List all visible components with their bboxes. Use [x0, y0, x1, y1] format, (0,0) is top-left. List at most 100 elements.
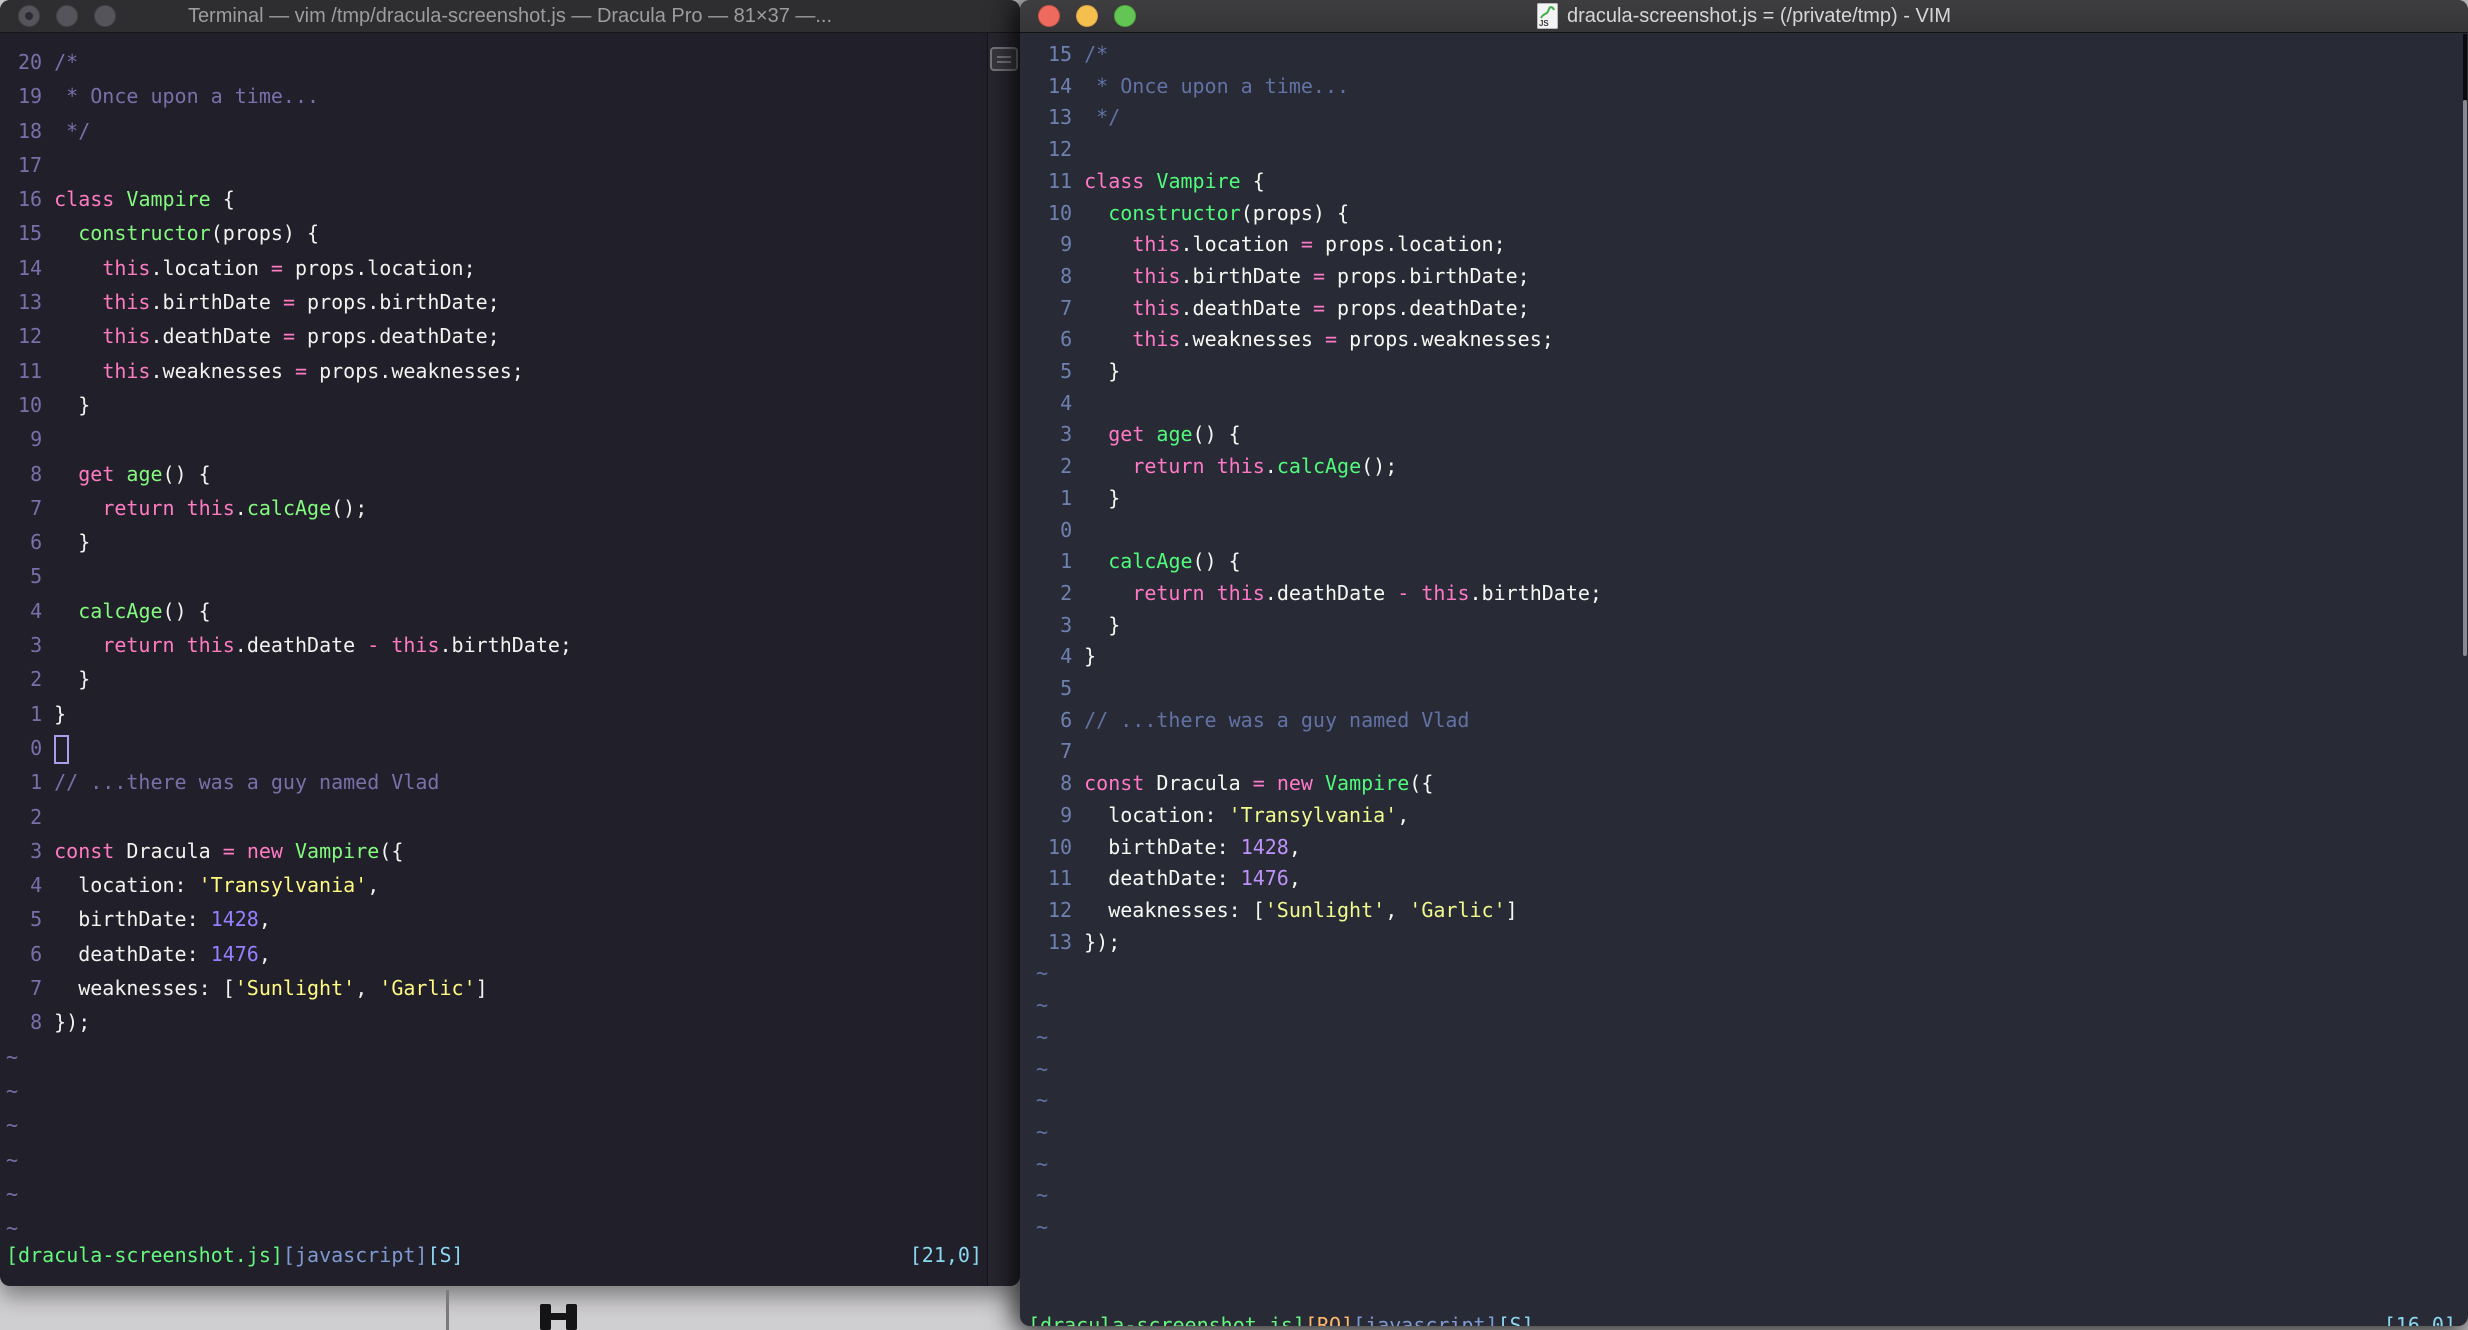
code-line: 11 deathDate: 1476, — [1036, 863, 2468, 895]
line-number: 6 — [30, 530, 43, 555]
desktop-artifact — [550, 1313, 567, 1320]
code-segment: this — [1216, 580, 1265, 605]
code-line: 15 constructor (props) { — [6, 216, 994, 250]
code-segment: = — [294, 358, 308, 383]
code-segment: props.location; — [282, 255, 476, 280]
code-segment: get — [78, 461, 115, 486]
code-line: 1} — [6, 697, 994, 731]
split-pane-button[interactable] — [990, 47, 1018, 71]
code-segment: = — [1300, 232, 1313, 257]
statusline-segment: [RO] — [1304, 1313, 1354, 1326]
line-number: 11 — [18, 358, 43, 383]
scrollbar-thumb[interactable] — [2463, 100, 2467, 656]
code-segment: ({ — [1409, 771, 1434, 796]
code-line: 5 birthDate: 1428, — [6, 902, 994, 936]
code-segment: = — [282, 290, 295, 315]
code-segment: * Once upon a time... — [54, 84, 320, 109]
zoom-button[interactable] — [1114, 5, 1136, 27]
vim-buffer-left[interactable]: 20/* 19 * Once upon a time... 18 */17 16 cla… — [0, 33, 994, 1286]
code-line: 10 birthDate: 1428, — [1036, 832, 2468, 864]
macvim-titlebar[interactable]: JS dracula-screenshot.js = (/private/tmp… — [1020, 0, 2468, 33]
line-number: 12 — [1048, 137, 1073, 162]
code-line: 15 /* — [1036, 39, 2468, 71]
minimize-button[interactable] — [56, 5, 78, 27]
macvim-window-title: dracula-screenshot.js = (/private/tmp) -… — [1566, 4, 1951, 27]
code-line: 6 deathDate: 1476, — [6, 937, 994, 971]
line-number: 13 — [1048, 929, 1073, 954]
code-segment: } — [54, 530, 91, 555]
code-segment: } — [54, 392, 91, 417]
code-segment: /* — [54, 50, 79, 74]
code-segment: - — [367, 633, 380, 658]
code-segment: ] — [475, 976, 488, 1001]
code-segment: calcAge — [78, 598, 163, 623]
zoom-button[interactable] — [94, 5, 116, 27]
tilde-line: ~ — [1036, 1183, 1049, 1208]
code-segment: 1476 — [1240, 866, 1289, 891]
code-segment: (props) { — [1240, 200, 1350, 225]
code-segment: = — [1312, 263, 1325, 288]
line-number: 5 — [30, 564, 43, 589]
code-segment: Vampire — [1156, 168, 1241, 193]
code-line: 6 this .weaknesses = props.weaknesses; — [1036, 324, 2468, 356]
code-segment: 'Sunlight' — [234, 976, 356, 1001]
line-number: 14 — [1048, 73, 1073, 98]
tilde-line: ~ — [1036, 1056, 1049, 1081]
code-line: 1 calcAge() { — [1036, 546, 2468, 578]
line-number: 3 — [1060, 422, 1073, 447]
tilde-line: ~ — [1036, 993, 1049, 1018]
tilde-line: ~ — [1036, 1088, 1049, 1113]
line-number: 7 — [1060, 295, 1073, 320]
code-line: 7 — [1036, 736, 2468, 768]
line-number: 4 — [30, 873, 43, 898]
code-line: 7 weaknesses: ['Sunlight', 'Garlic'] — [6, 971, 994, 1005]
code-segment: const — [54, 838, 115, 863]
code-segment: age — [1156, 422, 1193, 447]
code-line: 18 */ — [6, 114, 994, 148]
code-segment: this — [1132, 232, 1181, 257]
vim-buffer-right[interactable]: 15/* 14 * Once upon a time... 13 */12 11 cla… — [1020, 33, 2468, 1326]
code-segment: , — [1385, 897, 1410, 922]
code-segment: - — [1397, 580, 1410, 605]
close-button[interactable] — [18, 5, 40, 27]
code-line: 4} — [1036, 641, 2468, 673]
code-segment: 'Transylvania' — [1228, 802, 1398, 827]
line-number: 4 — [1060, 390, 1073, 415]
traffic-lights — [18, 0, 116, 32]
terminal-titlebar[interactable]: Terminal — vim /tmp/dracula-screenshot.j… — [0, 0, 1020, 33]
code-line: 3 return this .deathDate - this .birthDate… — [6, 628, 994, 662]
code-segment: props.deathDate; — [1324, 295, 1530, 320]
code-segment: this — [1132, 295, 1181, 320]
code-line: 5 — [1036, 673, 2468, 705]
line-number: 2 — [30, 804, 43, 829]
code-line: 14 this .location = props.location; — [6, 251, 994, 285]
code-segment: calcAge — [246, 495, 332, 520]
code-segment: 1428 — [210, 907, 259, 932]
line-number: 3 — [30, 633, 43, 658]
close-button[interactable] — [1038, 5, 1060, 27]
code-segment: Vampire — [126, 187, 211, 212]
line-number: 2 — [1060, 454, 1073, 479]
line-number: 7 — [30, 976, 43, 1001]
code-segment: 1476 — [210, 941, 259, 966]
code-segment: 'Sunlight' — [1264, 897, 1386, 922]
terminal-scrollbar-track[interactable] — [987, 33, 1020, 1286]
minimize-button[interactable] — [1076, 5, 1098, 27]
line-number: 9 — [1060, 232, 1073, 257]
code-segment: = — [1312, 295, 1325, 320]
code-segment: , — [355, 976, 380, 1001]
